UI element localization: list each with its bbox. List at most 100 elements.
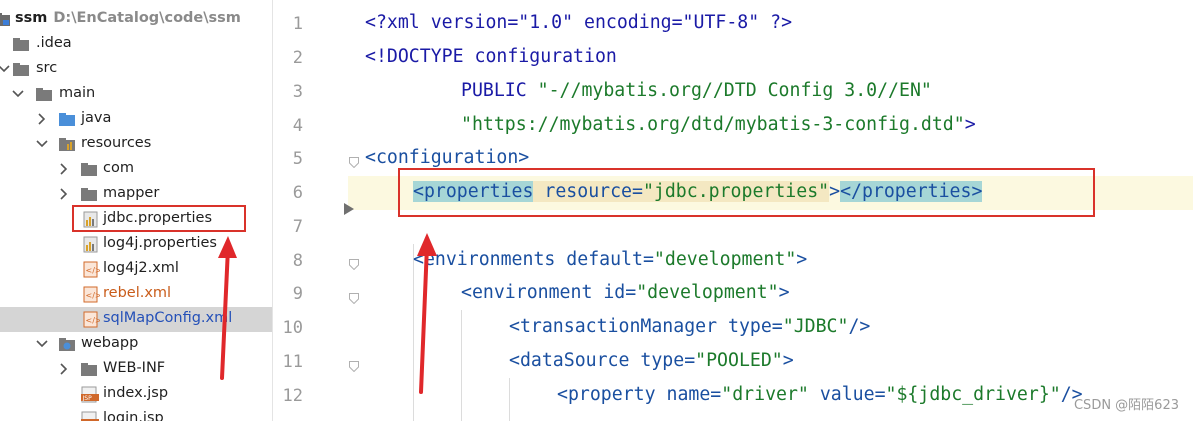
tree-item-mapper[interactable]: mapper	[0, 182, 272, 207]
tag-end: >	[782, 350, 794, 371]
tree-item-com[interactable]: com	[0, 157, 272, 182]
tree-item-resources[interactable]: resources	[0, 132, 272, 157]
fold-marker-icon[interactable]	[349, 357, 359, 373]
source-folder-icon	[58, 111, 76, 128]
line-number: 1	[292, 14, 303, 34]
name-value: "driver"	[721, 384, 809, 405]
property-tag: <property	[557, 384, 656, 405]
line-number: 12	[282, 386, 303, 406]
environments-tag: <environments	[413, 249, 556, 270]
line-number: 6	[292, 183, 303, 203]
dtd-url-string: "https://mybatis.org/dtd/mybatis-3-confi…	[461, 114, 965, 135]
tree-item-label: mapper	[103, 185, 160, 201]
folder-icon	[80, 161, 98, 178]
module-folder-icon	[0, 11, 12, 28]
tree-item-label: .idea	[36, 35, 72, 51]
line-number: 8	[292, 251, 303, 271]
code-line-4: "https://mybatis.org/dtd/mybatis-3-confi…	[461, 110, 976, 140]
name-attr: name=	[655, 384, 722, 405]
chevron-right-icon[interactable]	[58, 162, 70, 176]
tree-item-main[interactable]: main	[0, 82, 272, 107]
fold-marker-icon[interactable]	[349, 153, 359, 169]
fold-marker-icon[interactable]	[349, 289, 359, 305]
web-folder-icon	[58, 336, 76, 353]
folder-icon	[80, 361, 98, 378]
doctype-name: configuration	[474, 46, 617, 67]
doctype-close: >	[964, 114, 976, 135]
chevron-down-icon[interactable]	[36, 337, 48, 351]
line-number: 7	[292, 217, 303, 237]
default-attr: default=	[555, 249, 654, 270]
caret-marker-icon	[344, 203, 354, 215]
tree-item-label: sqlMapConfig.xml	[103, 310, 233, 326]
tree-item-rebel-xml[interactable]: </> rebel.xml	[0, 282, 272, 307]
tree-item-label: ssm	[15, 10, 48, 26]
code-editor[interactable]: 1 2 3 4 5 6 7 8 9 10 11 12 <?xml version…	[273, 0, 1193, 421]
resources-folder-icon	[58, 136, 76, 153]
public-keyword: PUBLIC	[461, 80, 538, 101]
xml-file-icon: </>	[82, 261, 102, 278]
code-line-9: <environment id="development">	[461, 278, 790, 308]
type-value: "POOLED"	[695, 350, 783, 371]
watermark: CSDN @陌陌623	[1073, 398, 1179, 413]
code-line-12: <property name="driver" value="${jdbc_dr…	[557, 380, 1083, 410]
fold-marker-icon[interactable]	[349, 255, 359, 271]
doctype-keyword: <!DOCTYPE	[365, 46, 475, 67]
tree-item-label: java	[81, 110, 112, 126]
tree-item-ssm[interactable]: ssm D:\EnCatalog\code\ssm	[0, 7, 272, 32]
line-number: 2	[292, 48, 303, 68]
tree-item-log4j-properties[interactable]: log4j.properties	[0, 232, 272, 257]
folder-icon	[35, 86, 53, 103]
xml-declaration: <?xml version="1.0" encoding="UTF-8" ?>	[365, 12, 793, 33]
tag-end: >	[778, 282, 790, 303]
tree-item-sqlmapconfig-xml[interactable]: </> sqlMapConfig.xml	[0, 307, 272, 332]
tree-item-webapp[interactable]: webapp	[0, 332, 272, 357]
xml-file-icon: </>	[82, 286, 102, 303]
jsp-file-icon	[80, 411, 99, 421]
chevron-right-icon[interactable]	[36, 112, 48, 126]
code-line-2: <!DOCTYPE configuration	[365, 42, 617, 72]
tree-item-index-jsp[interactable]: JSP index.jsp	[0, 382, 272, 407]
tree-item-label: main	[59, 85, 96, 101]
chevron-down-icon[interactable]	[0, 62, 10, 76]
line-number: 4	[292, 116, 303, 136]
line-number: 9	[292, 284, 303, 304]
tag-end: />	[848, 316, 871, 337]
tree-item-label: resources	[81, 135, 152, 151]
code-line-3: PUBLIC "-//mybatis.org//DTD Config 3.0//…	[461, 76, 932, 106]
svg-text:</>: </>	[86, 316, 101, 325]
tree-item-src[interactable]: src	[0, 57, 272, 82]
tree-item-log4j2-xml[interactable]: </> log4j2.xml	[0, 257, 272, 282]
tree-item-java[interactable]: java	[0, 107, 272, 132]
tree-item-web-inf[interactable]: WEB-INF	[0, 357, 272, 382]
xml-file-icon: </>	[82, 311, 102, 328]
svg-text:</>: </>	[86, 266, 101, 275]
annotation-box-properties	[398, 168, 1095, 217]
chevron-down-icon[interactable]	[36, 137, 48, 151]
tree-item-label: log4j.properties	[103, 235, 217, 251]
chevron-right-icon[interactable]	[58, 187, 70, 201]
folder-icon	[80, 186, 98, 203]
type-attr: type=	[629, 350, 696, 371]
editor-gutter: 1 2 3 4 5 6 7 8 9 10 11 12	[273, 0, 359, 421]
value-attr: value=	[808, 384, 886, 405]
line-number: 3	[292, 82, 303, 102]
properties-file-icon	[82, 236, 100, 253]
code-line-8: <environments default="development">	[413, 245, 807, 275]
type-value: "JDBC"	[782, 316, 849, 337]
tree-item-idea[interactable]: .idea	[0, 32, 272, 57]
chevron-down-icon[interactable]	[12, 87, 24, 101]
chevron-right-icon[interactable]	[58, 362, 70, 376]
tree-item-label: rebel.xml	[103, 285, 172, 301]
tree-item-login-jsp[interactable]: login.jsp	[0, 407, 272, 421]
datasource-tag: <dataSource	[509, 350, 630, 371]
folder-icon	[12, 61, 30, 78]
default-value: "development"	[653, 249, 797, 270]
tree-item-label: log4j2.xml	[103, 260, 179, 276]
configuration-tag: <configuration>	[365, 147, 530, 168]
id-value: "development"	[636, 282, 779, 303]
tree-item-label: index.jsp	[103, 385, 169, 401]
line-number: 10	[282, 318, 303, 338]
project-tree-panel: ssm D:\EnCatalog\code\ssm .idea src main …	[0, 0, 273, 421]
folder-icon	[12, 36, 30, 53]
